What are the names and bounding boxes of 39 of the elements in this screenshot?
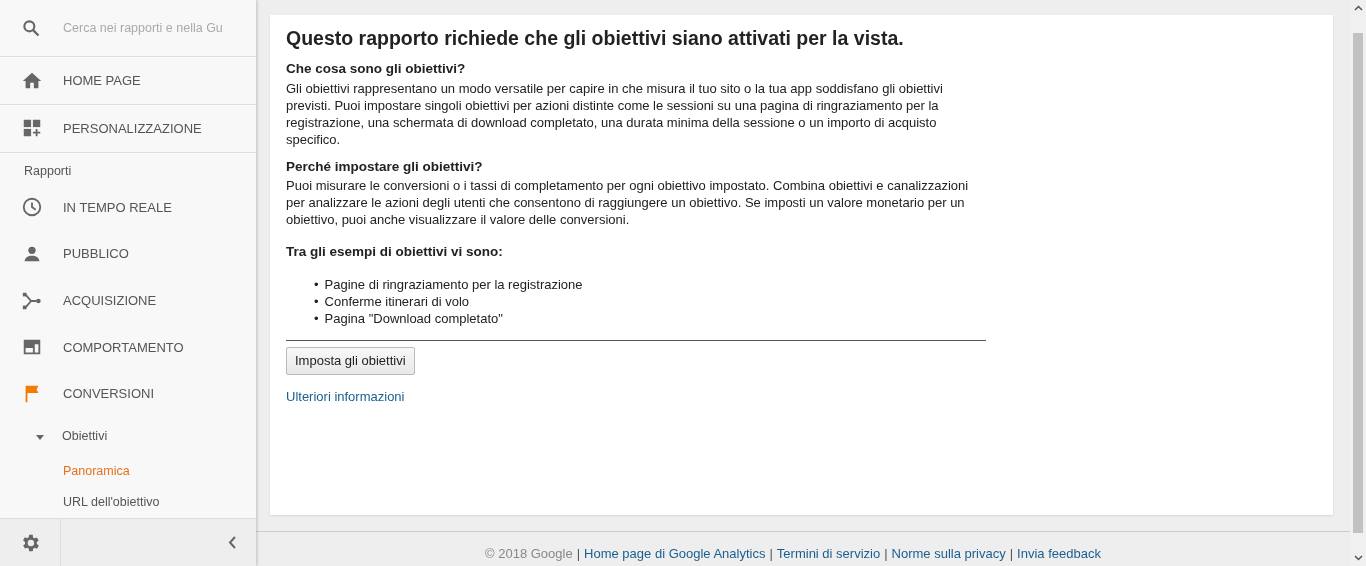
learn-more-link[interactable]: Ulteriori informazioni xyxy=(286,386,405,407)
nav-item[interactable]: PUBBLICO xyxy=(63,244,129,264)
bullet: • xyxy=(314,293,319,311)
footer-link[interactable]: Invia feedback xyxy=(1017,543,1101,563)
copyright-text: © 2018 Google xyxy=(485,544,573,563)
collapse-chevron-icon[interactable] xyxy=(228,536,236,550)
section-heading: Tra gli esempi di obiettivi vi sono: xyxy=(286,242,504,261)
setup-goals-button[interactable]: Imposta gli obiettivi xyxy=(286,347,415,375)
list-item: Pagine di ringraziamento per la registrazione xyxy=(324,276,583,294)
bullet: • xyxy=(314,276,319,294)
nav-item[interactable]: ACQUISIZIONE xyxy=(63,290,157,311)
section-heading: Perché impostare gli obiettivi? xyxy=(286,157,484,176)
nav-item[interactable]: HOME PAGE xyxy=(63,70,141,91)
scroll-up-icon[interactable] xyxy=(1353,5,1363,11)
paragraph: Puoi misurare le conversioni o i tassi di completamento per ogni obiettivo impostato. Combina obiettivi e canalizzazioni per analizzare le azioni degli utenti che consentono di raggiungere un obiettivo. Se imposti un valore monetario per un obiettivo, puoi anche visualizzare il valore delle conversioni. xyxy=(286,176,970,228)
nav-item[interactable]: COMPORTAMENTO xyxy=(63,337,184,358)
paragraph: Gli obiettivi rappresentano un modo versatile per capire in che misura il tuo sito o la tua app soddisfano gli obiettivi previsti. Puoi impostare singoli obiettivi per azioni distinte come le sessioni su una pagina di ringraziamento per la registrazione, una schermata di download completato, una durata minima della sessione o un importo di acquisto specifico. xyxy=(286,79,944,148)
separator: | xyxy=(576,544,581,563)
separator: | xyxy=(769,544,773,563)
nav-subitem[interactable]: URL dell'obiettivo xyxy=(63,493,160,513)
search-icon[interactable] xyxy=(21,18,41,39)
footer-link[interactable]: Termini di servizio xyxy=(776,543,881,563)
nav-item[interactable]: IN TEMPO REALE xyxy=(63,197,172,218)
nav-item[interactable]: PERSONALIZZAZIONE xyxy=(63,118,202,139)
footer-link[interactable]: Home page di Google Analytics xyxy=(584,543,766,563)
section-heading: Che cosa sono gli obiettivi? xyxy=(286,60,467,79)
section-label: Rapporti xyxy=(23,162,73,180)
footer-link[interactable]: Norme sulla privacy xyxy=(891,543,1006,563)
separator: | xyxy=(1009,544,1014,563)
nav-item[interactable]: CONVERSIONI xyxy=(63,384,154,404)
list-item: Conferme itinerari di volo xyxy=(324,293,470,311)
expand-triangle-icon[interactable] xyxy=(36,432,44,441)
list-item: Pagina "Download completato" xyxy=(324,310,503,328)
nav-group[interactable]: Obiettivi xyxy=(62,427,108,447)
page-title: Questo rapporto richiede che gli obiettivi siano attivati per la vista. xyxy=(286,27,905,51)
bullet: • xyxy=(314,310,319,328)
scroll-down-icon[interactable] xyxy=(1353,555,1363,561)
separator: | xyxy=(884,544,888,563)
search-field[interactable]: Cerca nei rapporti e nella Gu xyxy=(63,18,243,38)
